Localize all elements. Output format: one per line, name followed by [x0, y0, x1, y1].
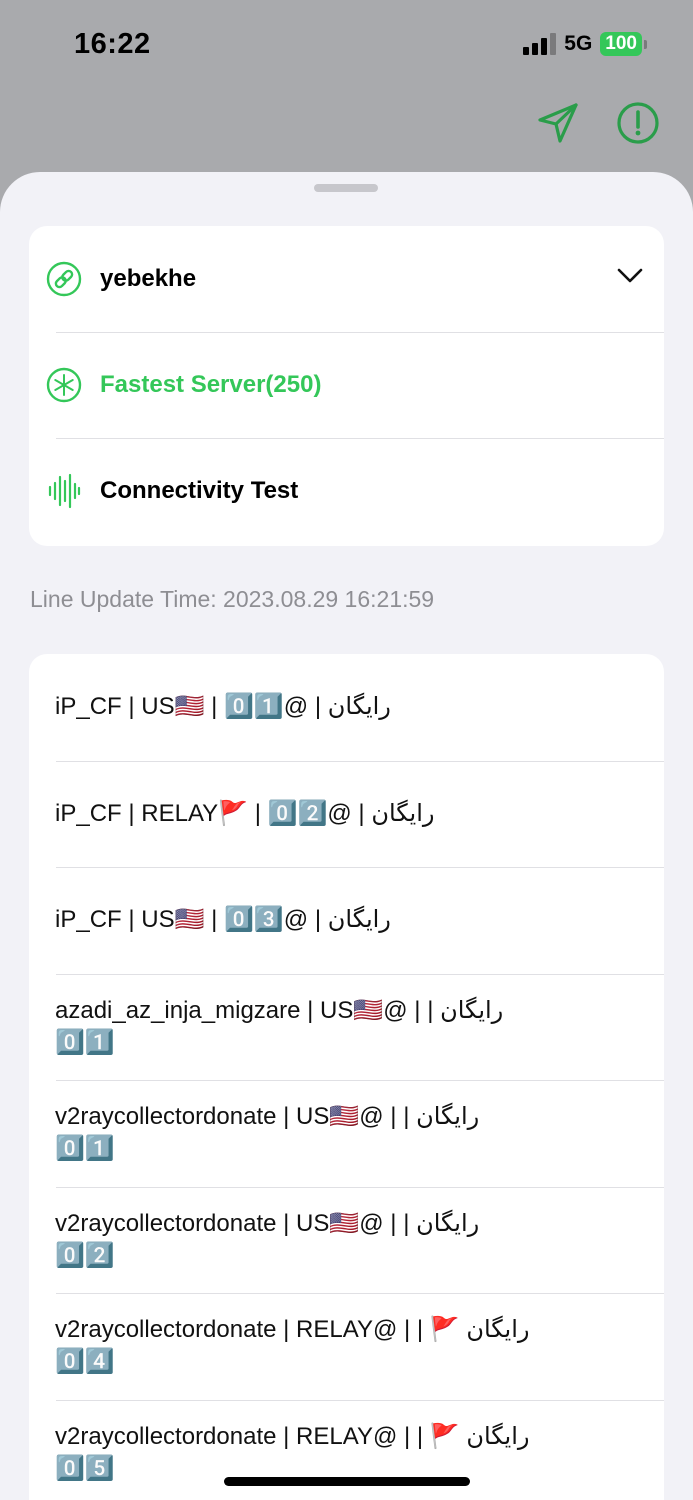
server-label: v2raycollectordonate | RELAY@ | رایگان 🚩…: [55, 1316, 530, 1376]
status-indicators: 5G 100: [523, 32, 647, 56]
status-time: 16:22: [74, 28, 151, 60]
server-list: iP_CF | US🇺🇸 | 0️⃣1️⃣@ | رایگان iP_CF | …: [29, 654, 664, 1500]
subscription-selector[interactable]: yebekhe: [29, 226, 664, 332]
link-icon: [46, 261, 82, 297]
top-actions: [535, 100, 661, 146]
snowflake-icon: [46, 367, 82, 403]
server-label: v2raycollectordonate | US🇺🇸@ | رایگان | …: [55, 1103, 480, 1163]
fastest-server-row[interactable]: Fastest Server(250): [29, 332, 664, 438]
connectivity-test-label: Connectivity Test: [100, 477, 299, 504]
bottom-sheet: yebekhe Fastest Server(250) Connectivity…: [0, 172, 693, 1500]
list-item[interactable]: azadi_az_inja_migzare | US🇺🇸@ | رایگان |…: [29, 973, 664, 1081]
server-label: iP_CF | RELAY🚩 | 0️⃣2️⃣@ | رایگان: [55, 799, 435, 827]
line-update-time: Line Update Time: 2023.08.29 16:21:59: [30, 586, 435, 612]
sheet-grabber[interactable]: [314, 184, 378, 192]
fastest-server-label: Fastest Server(250): [100, 371, 322, 398]
list-item[interactable]: iP_CF | RELAY🚩 | 0️⃣2️⃣@ | رایگان: [29, 760, 664, 868]
list-item[interactable]: iP_CF | US🇺🇸 | 0️⃣3️⃣@ | رایگان: [29, 867, 664, 974]
list-item[interactable]: v2raycollectordonate | RELAY@ | رایگان 🚩…: [29, 1293, 664, 1400]
menu-card: yebekhe Fastest Server(250) Connectivity…: [29, 226, 664, 546]
list-item[interactable]: iP_CF | US🇺🇸 | 0️⃣1️⃣@ | رایگان: [29, 654, 664, 761]
battery-icon: 100: [600, 32, 647, 56]
server-label: iP_CF | US🇺🇸 | 0️⃣3️⃣@ | رایگان: [55, 906, 391, 934]
subscription-name: yebekhe: [100, 265, 197, 292]
connectivity-test-row[interactable]: Connectivity Test: [29, 438, 664, 544]
server-label: v2raycollectordonate | RELAY@ | رایگان 🚩…: [55, 1422, 530, 1482]
home-indicator[interactable]: [224, 1477, 470, 1486]
status-bar: 16:22 5G 100: [0, 0, 693, 92]
battery-level: 100: [600, 32, 642, 56]
list-item[interactable]: v2raycollectordonate | US🇺🇸@ | رایگان | …: [29, 1080, 664, 1187]
server-label: v2raycollectordonate | US🇺🇸@ | رایگان | …: [55, 1209, 480, 1269]
waveform-icon: [46, 473, 82, 509]
paper-plane-icon[interactable]: [535, 100, 581, 146]
chevron-down-icon: [616, 266, 644, 289]
exclamation-circle-icon[interactable]: [615, 100, 661, 146]
cellular-signal-icon: [523, 33, 557, 55]
network-type: 5G: [564, 32, 593, 55]
server-label: azadi_az_inja_migzare | US🇺🇸@ | رایگان |…: [55, 996, 504, 1056]
list-item[interactable]: v2raycollectordonate | US🇺🇸@ | رایگان | …: [29, 1186, 664, 1294]
server-label: iP_CF | US🇺🇸 | 0️⃣1️⃣@ | رایگان: [55, 693, 391, 721]
